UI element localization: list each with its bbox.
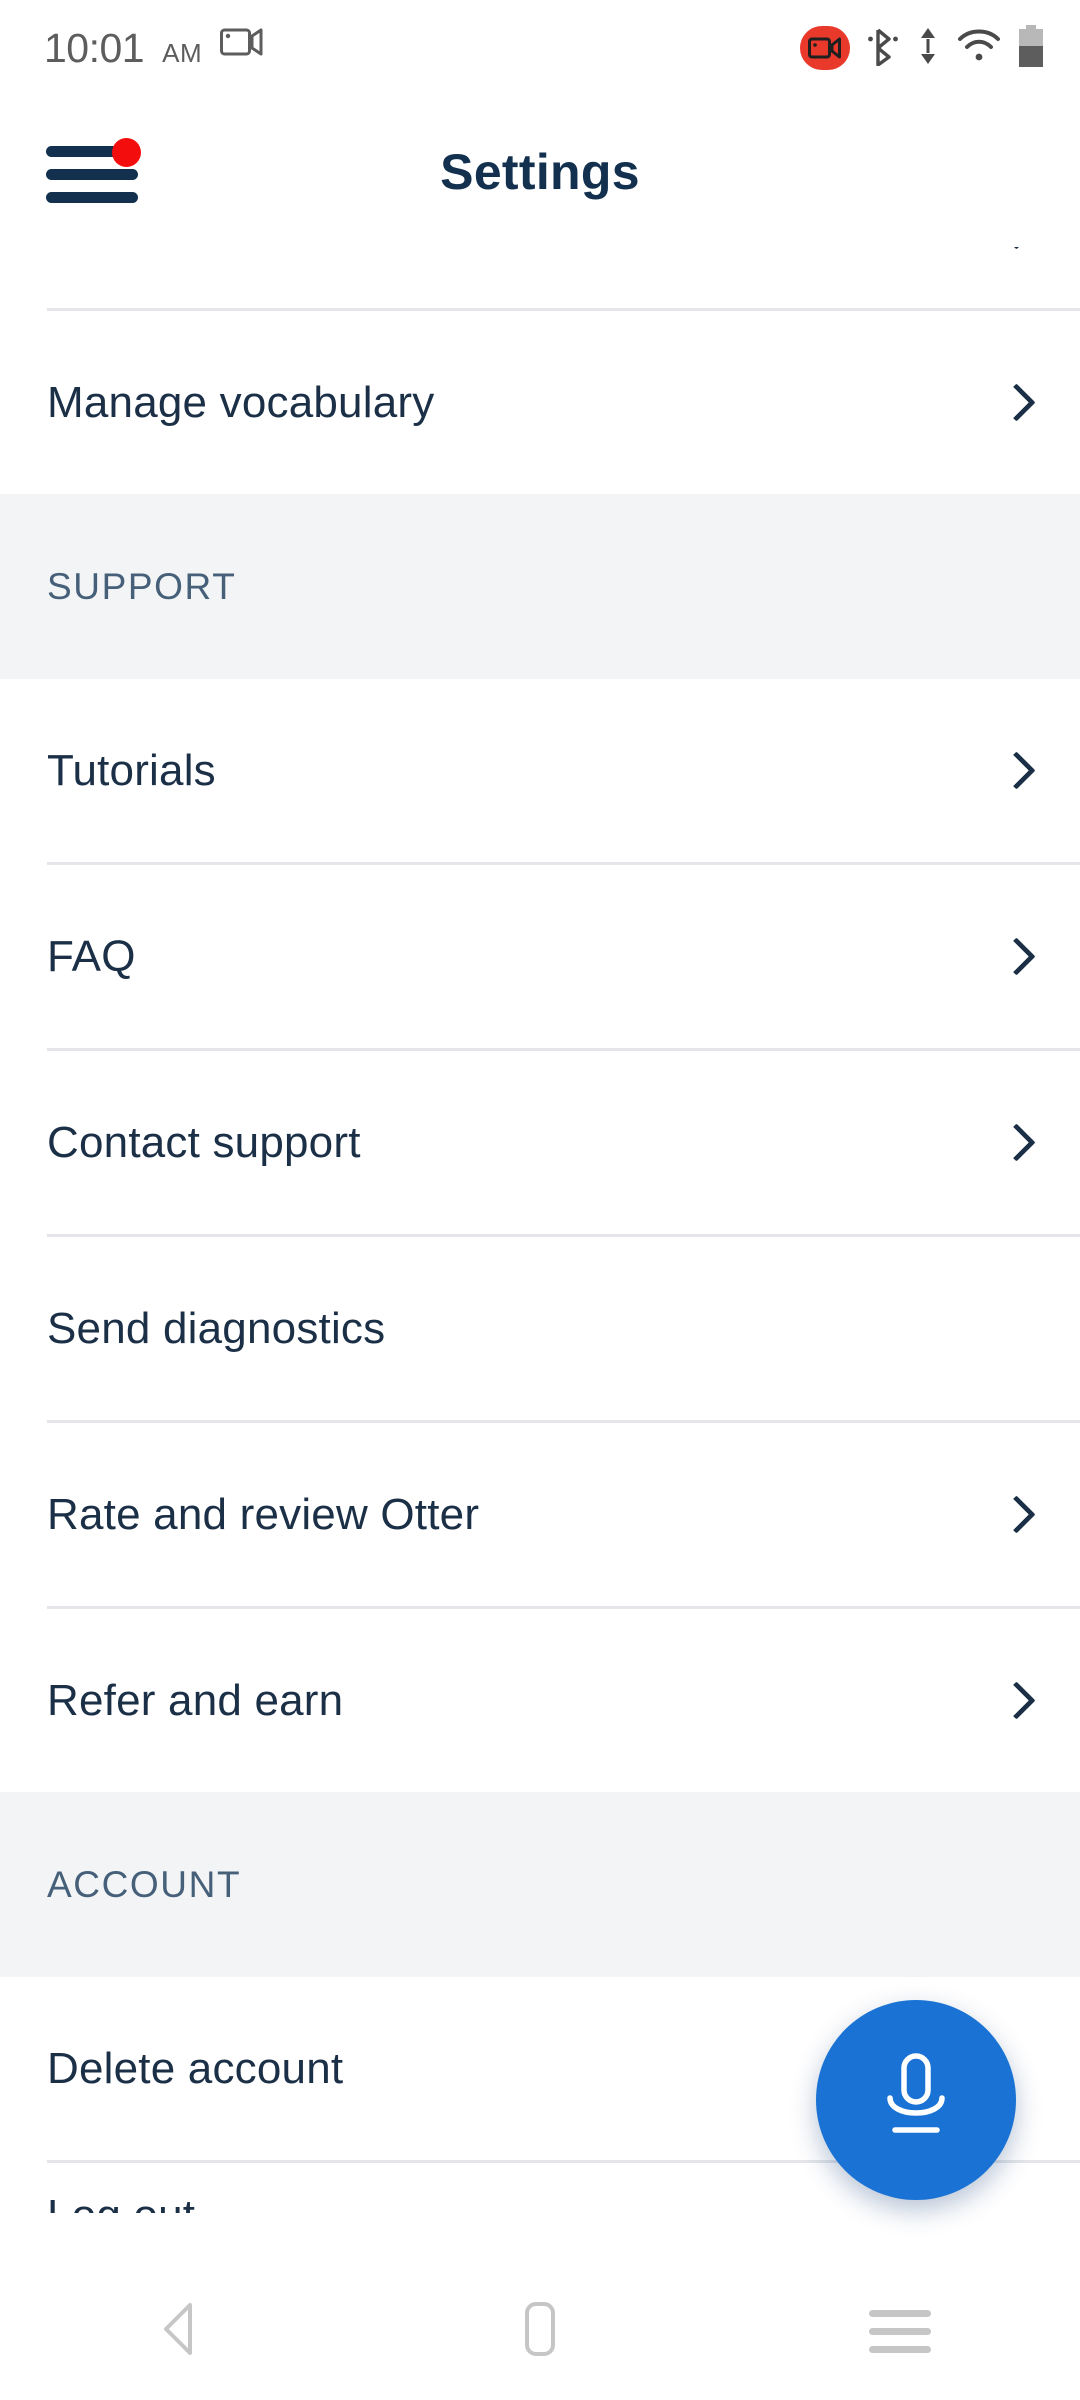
settings-list: Import contacts Manage vocabulary SUPPOR… — [0, 247, 1080, 2213]
nav-back-button[interactable] — [0, 2262, 360, 2400]
nav-recents-button[interactable] — [720, 2262, 1080, 2400]
microphone-icon — [873, 2050, 959, 2151]
status-bar-right — [800, 24, 1044, 72]
list-item-send-diagnostics[interactable]: Send diagnostics — [0, 1237, 1080, 1420]
page-title: Settings — [440, 143, 640, 200]
chevron-right-icon — [997, 753, 1033, 789]
phone-screen: 10:01 AM Settings Manage vocabulary SUPP… — [0, 0, 1080, 2400]
back-icon — [152, 2299, 208, 2364]
list-item-import-contacts[interactable]: Import contacts — [0, 247, 1080, 308]
chevron-right-icon — [997, 1125, 1033, 1161]
list-item-label: Contact support — [47, 1117, 361, 1167]
section-header-label: ACCOUNT — [47, 1863, 242, 1905]
list-item-label: Manage vocabulary — [47, 377, 435, 427]
battery-icon — [1018, 24, 1044, 72]
list-item-label: Send diagnostics — [47, 1303, 386, 1353]
screen-cast-icon — [220, 26, 264, 65]
data-transfer-icon — [916, 26, 940, 71]
status-bar: 10:01 AM — [0, 0, 1080, 96]
list-item-contact-support[interactable]: Contact support — [0, 1051, 1080, 1234]
status-clock: 10:01 — [44, 24, 145, 71]
chevron-right-icon — [997, 385, 1033, 421]
settings-scroll-area[interactable]: Import contacts Manage vocabulary SUPPOR… — [0, 247, 1080, 2262]
nav-home-button[interactable] — [360, 2262, 720, 2400]
chevron-right-icon — [997, 1497, 1033, 1533]
list-item-label: Delete account — [47, 2043, 344, 2093]
status-clock-ampm: AM — [162, 37, 203, 68]
list-item-label: Tutorials — [47, 745, 216, 795]
list-item-refer-and-earn[interactable]: Refer and earn — [0, 1609, 1080, 1792]
chevron-right-icon — [997, 1683, 1033, 1719]
chevron-right-icon — [997, 939, 1033, 975]
list-item-label: Refer and earn — [47, 1675, 344, 1725]
wifi-icon — [957, 28, 1001, 69]
app-bar: Settings — [0, 96, 1080, 247]
screen-recording-icon — [800, 26, 850, 70]
list-item-manage-vocabulary[interactable]: Manage vocabulary — [0, 311, 1080, 494]
record-fab-button[interactable] — [816, 2000, 1016, 2200]
list-item-tutorials[interactable]: Tutorials — [0, 679, 1080, 862]
home-icon — [518, 2299, 562, 2364]
list-item-label: Log out — [47, 2191, 195, 2213]
recents-icon — [869, 2309, 931, 2353]
android-navigation-bar — [0, 2262, 1080, 2400]
list-item-faq[interactable]: FAQ — [0, 865, 1080, 1048]
list-item-label: Rate and review Otter — [47, 1489, 480, 1539]
list-item-label: FAQ — [47, 931, 136, 981]
list-item-rate-and-review-otter[interactable]: Rate and review Otter — [0, 1423, 1080, 1606]
chevron-right-icon — [997, 247, 1033, 249]
section-header-label: SUPPORT — [47, 565, 237, 607]
status-bar-left: 10:01 AM — [44, 24, 264, 71]
section-header-support: SUPPORT — [0, 494, 1080, 679]
section-header-account: ACCOUNT — [0, 1792, 1080, 1977]
bluetooth-icon — [867, 26, 899, 71]
